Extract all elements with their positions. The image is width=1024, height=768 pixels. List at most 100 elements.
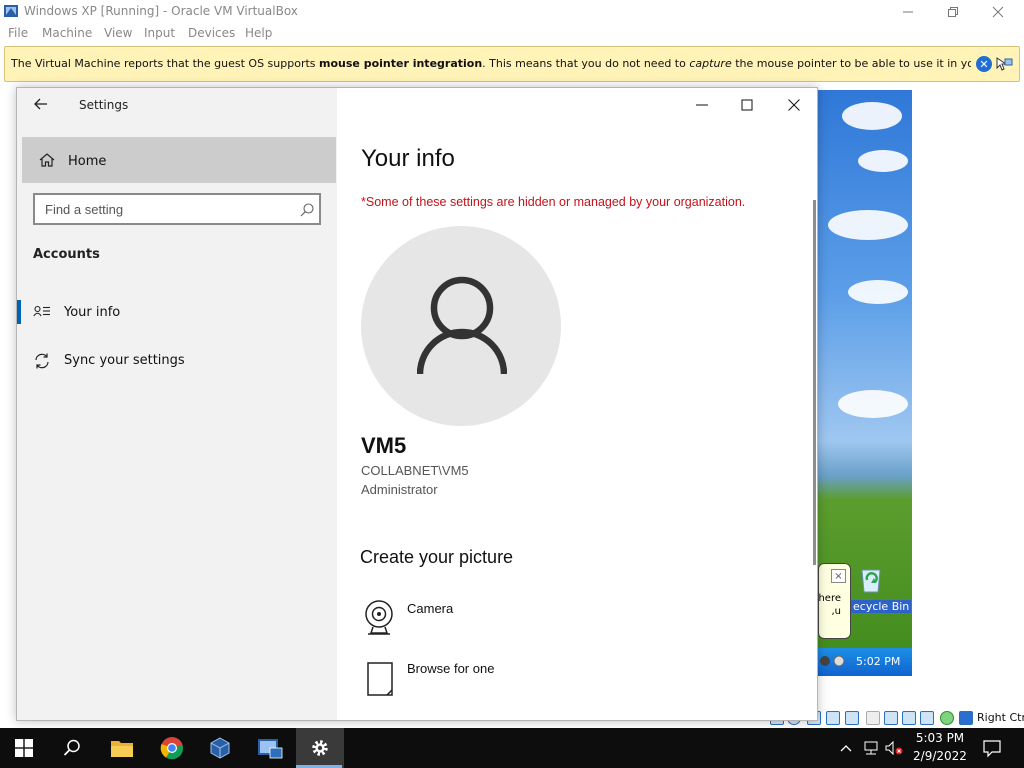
close-icon (788, 99, 800, 111)
camera-icon[interactable] (363, 600, 395, 636)
menu-devices[interactable]: Devices (188, 26, 235, 40)
search-icon[interactable] (299, 202, 315, 218)
close-icon (992, 6, 1004, 18)
taskbar-settings[interactable] (296, 728, 344, 768)
accounts-section-heading: Accounts (33, 247, 100, 262)
balloon-close-button[interactable]: × (831, 569, 846, 583)
recording-status-icon[interactable] (902, 711, 916, 725)
chevron-up-icon (840, 745, 852, 752)
contact-card-icon (33, 305, 50, 317)
guest-tray-icons[interactable] (820, 654, 850, 668)
vbox-minimize-button[interactable] (888, 2, 928, 22)
tray-overflow-chevron[interactable] (838, 740, 854, 756)
cube-icon (210, 737, 230, 759)
menu-input[interactable]: Input (144, 26, 175, 40)
action-center-button[interactable] (982, 738, 1002, 758)
vt-x-status-icon[interactable] (920, 711, 934, 725)
recycle-bin-label[interactable]: ecycle Bin (851, 600, 912, 613)
menu-view[interactable]: View (104, 26, 132, 40)
back-arrow-icon[interactable] (33, 96, 53, 116)
settings-window-title: Settings (79, 98, 129, 112)
create-picture-heading: Create your picture (360, 547, 514, 567)
balloon-text: here. u, (819, 592, 841, 618)
search-box[interactable] (33, 193, 321, 225)
taskbar-virtualbox-vm[interactable] (246, 728, 294, 768)
notification-close-icon[interactable]: ✕ (976, 56, 992, 72)
sidebar-item-your-info[interactable]: Your info (64, 305, 120, 320)
user-account-name: COLLABNET\VM5 (361, 463, 469, 478)
maximize-icon (741, 99, 753, 111)
menu-file[interactable]: File (8, 26, 28, 40)
mouse-integration-icon[interactable] (995, 56, 1013, 72)
settings-sidebar: Settings Home Accounts Your info (17, 88, 337, 720)
gear-icon (312, 740, 328, 756)
shared-folders-status-icon[interactable] (866, 711, 880, 725)
usb-status-icon[interactable] (845, 711, 859, 725)
vbox-window-title: Windows XP [Running] - Oracle VM Virtual… (24, 4, 298, 18)
notification-suffix: the mouse pointer to be able to use it i… (735, 57, 971, 70)
restore-icon (948, 7, 958, 17)
vbox-restore-button[interactable] (933, 2, 973, 22)
minimize-icon (903, 11, 913, 13)
taskbar-chrome[interactable] (148, 728, 196, 768)
person-icon (417, 276, 507, 375)
balloon-line-2: u, (831, 606, 841, 617)
search-input[interactable] (37, 197, 287, 221)
recycle-bin-icon[interactable] (857, 564, 885, 594)
notification-bold: mouse pointer integration (319, 57, 483, 70)
camera-option-label[interactable]: Camera (407, 601, 453, 616)
user-display-name: VM5 (361, 433, 407, 458)
settings-main-pane: Your info *Some of these settings are hi… (337, 88, 817, 720)
notification-middle: . This means that you do not need to (482, 57, 690, 70)
notification-icon (983, 740, 1001, 758)
vm-xp-icon (258, 739, 283, 759)
notification-prefix: The Virtual Machine reports that the gue… (11, 57, 320, 70)
taskbar-search-button[interactable] (48, 728, 96, 768)
tray-network[interactable] (862, 740, 880, 756)
network-status-icon[interactable] (826, 711, 840, 725)
start-button[interactable] (0, 728, 48, 768)
settings-minimize-button[interactable] (682, 92, 722, 118)
tray-volume[interactable] (884, 740, 904, 756)
mouse-status-icon[interactable] (940, 711, 954, 725)
balloon-line-1: here. (818, 593, 841, 604)
volume-muted-icon (885, 740, 903, 756)
selected-nav-indicator (17, 300, 21, 324)
minimize-icon (696, 104, 708, 106)
home-icon (39, 153, 55, 167)
file-icon[interactable] (367, 662, 393, 696)
keyboard-status-icon[interactable] (959, 711, 973, 725)
settings-maximize-button[interactable] (727, 92, 767, 118)
user-role: Administrator (361, 482, 438, 497)
vertical-scrollbar[interactable] (813, 200, 816, 565)
org-managed-warning: *Some of these settings are hidden or ma… (361, 195, 746, 209)
windows-logo-icon (15, 739, 33, 757)
browse-option-label[interactable]: Browse for one (407, 661, 494, 676)
settings-close-button[interactable] (774, 92, 814, 118)
settings-window: Settings Home Accounts Your info (16, 87, 818, 721)
chrome-icon (160, 737, 184, 760)
menu-help[interactable]: Help (245, 26, 272, 40)
folder-icon (111, 741, 133, 757)
back-arrow-glyph (34, 98, 47, 110)
sidebar-item-home-label[interactable]: Home (68, 154, 106, 169)
menu-machine[interactable]: Machine (42, 26, 92, 40)
taskbar-clock-date[interactable]: 2/9/2022 (912, 749, 968, 763)
taskbar-file-explorer[interactable] (98, 728, 146, 768)
vbox-menubar: File Machine View Input Devices Help (0, 24, 1024, 44)
sync-icon (35, 353, 49, 369)
guest-clock: 5:02 PM (856, 655, 901, 668)
display-status-icon[interactable] (884, 711, 898, 725)
search-icon (63, 739, 80, 756)
network-icon (864, 741, 878, 755)
notification-italic: capture (689, 57, 732, 70)
sidebar-item-sync-settings[interactable]: Sync your settings (64, 353, 185, 368)
page-title: Your info (361, 145, 455, 172)
taskbar-virtualbox-manager[interactable] (196, 728, 244, 768)
virtualbox-app-icon (4, 5, 18, 17)
mouse-integration-notification: The Virtual Machine reports that the gue… (4, 46, 1020, 82)
host-key-label: Right Ctrl (977, 711, 1024, 724)
vbox-close-button[interactable] (978, 2, 1018, 22)
notification-text: The Virtual Machine reports that the gue… (11, 57, 971, 70)
taskbar-clock-time[interactable]: 5:03 PM (912, 731, 968, 745)
